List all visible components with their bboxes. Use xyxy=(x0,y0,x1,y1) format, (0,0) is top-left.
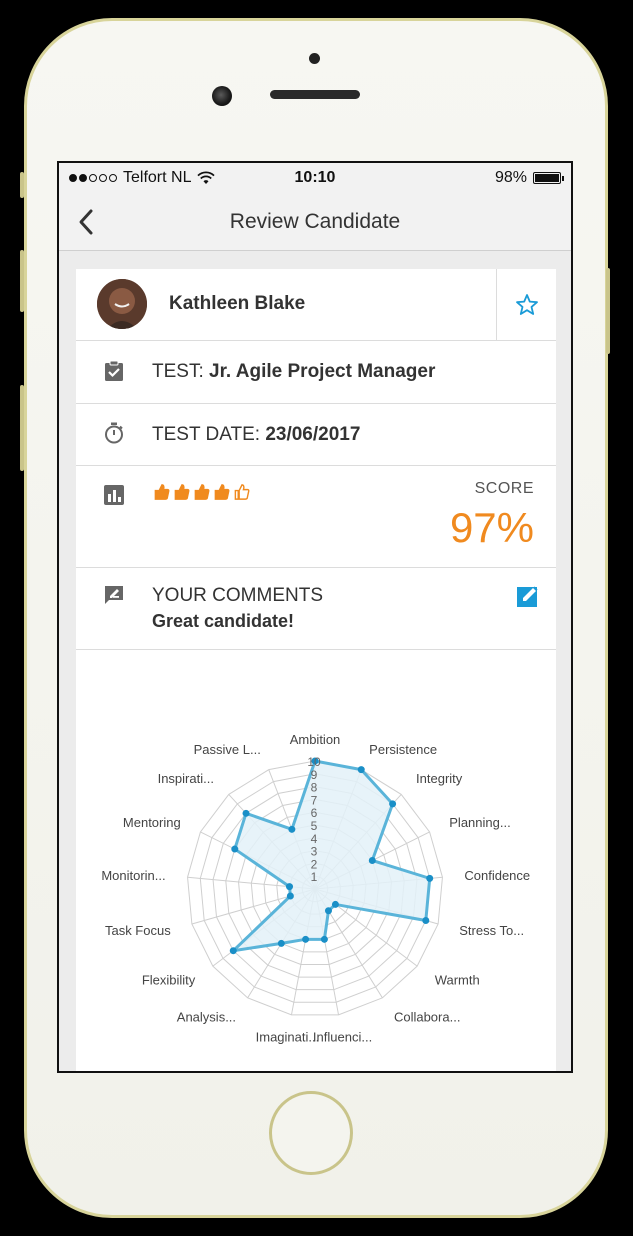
radar-data-point xyxy=(357,766,365,774)
radar-category-label: Integrity xyxy=(416,771,463,786)
radar-category-label: Flexibility xyxy=(142,972,196,987)
radar-data-point xyxy=(286,892,294,900)
radar-tick-label: 1 xyxy=(311,870,318,884)
power-button xyxy=(606,268,610,354)
test-date-row: TEST DATE: 23/06/2017 xyxy=(76,404,556,466)
radar-category-label: Stress To... xyxy=(459,923,524,938)
radar-tick-label: 4 xyxy=(311,832,318,846)
radar-data-point xyxy=(277,939,285,947)
radar-data-point xyxy=(302,935,310,943)
radar-category-label: Persistence xyxy=(369,742,437,757)
status-bar: Telfort NL 10:10 98% xyxy=(59,163,571,193)
test-row: TEST: Jr. Agile Project Manager xyxy=(76,341,556,404)
test-label: TEST: xyxy=(152,361,204,382)
proximity-sensor xyxy=(309,53,320,64)
candidate-name: Kathleen Blake xyxy=(169,293,306,314)
radar-data-point xyxy=(389,800,397,808)
radar-tick-label: 10 xyxy=(307,755,321,769)
radar-series-area xyxy=(231,759,432,953)
battery-icon xyxy=(533,172,564,184)
radar-category-label: Mentoring xyxy=(123,815,181,830)
comments-row: YOUR COMMENTS Great candidate! xyxy=(76,568,556,650)
radar-category-label: Monitorin... xyxy=(101,868,165,883)
thumbs-up-icon xyxy=(194,484,210,500)
radar-data-point xyxy=(368,856,376,864)
radar-tick-label: 3 xyxy=(311,845,318,859)
radar-category-label: Ambition xyxy=(290,732,341,747)
radar-data-point xyxy=(286,883,294,891)
rating-thumbs xyxy=(152,483,252,501)
comment-edit-icon xyxy=(105,586,123,604)
radar-data-point xyxy=(320,935,328,943)
score-label: SCORE xyxy=(474,480,534,497)
radar-tick-label: 2 xyxy=(311,857,318,871)
radar-tick-label: 5 xyxy=(311,819,318,833)
skills-radar-chart: 1 2 3 4 5 6 7 8 9 10 Ambition Persistence Integrity P… xyxy=(76,650,556,1071)
comment-text: Great candidate! xyxy=(152,611,295,631)
radar-data-point xyxy=(288,825,296,833)
radar-data-point xyxy=(426,874,434,882)
radar-category-label: Analysis... xyxy=(177,1010,236,1025)
candidate-header: Kathleen Blake xyxy=(76,269,556,341)
radar-category-label: Collabora... xyxy=(394,1010,460,1025)
score-row: SCORE 97% xyxy=(76,466,556,568)
radar-data-point xyxy=(422,917,430,925)
front-camera xyxy=(212,86,232,106)
thumbs-up-icon xyxy=(174,484,190,500)
thumbs-up-icon xyxy=(214,484,230,500)
candidate-card: Kathleen Blake TEST: Jr. Agile Project M… xyxy=(76,269,556,1071)
radar-tick-label: 7 xyxy=(311,793,318,807)
earpiece-speaker xyxy=(270,90,360,99)
radar-tick-label: 8 xyxy=(311,781,318,795)
radar-category-label: Confidence xyxy=(464,868,530,883)
radar-data-point xyxy=(331,900,339,908)
radar-tick-label: 6 xyxy=(311,806,318,820)
test-date-value: 23/06/2017 xyxy=(265,424,361,445)
radar-category-label: Warmth xyxy=(435,972,480,987)
radar-tick-label: 9 xyxy=(311,768,318,782)
avatar xyxy=(97,279,147,329)
clipboard-check-icon xyxy=(105,360,123,381)
volume-up-button xyxy=(20,250,24,312)
radar-category-label: Planning... xyxy=(449,815,510,830)
volume-down-button xyxy=(20,385,24,471)
radar-category-label: Influenci... xyxy=(313,1029,372,1044)
page-title: Review Candidate xyxy=(229,210,401,233)
mute-switch xyxy=(20,172,24,198)
test-date-label: TEST DATE: xyxy=(152,424,261,445)
radar-category-label: Inspirati... xyxy=(158,771,214,786)
bar-chart-icon xyxy=(104,485,124,505)
score-value: 97% xyxy=(449,504,534,551)
radar-data-point xyxy=(324,907,332,915)
radar-data-point xyxy=(242,809,250,817)
comments-title: YOUR COMMENTS xyxy=(152,585,323,606)
favorite-button[interactable] xyxy=(496,269,556,341)
star-outline-icon xyxy=(516,294,538,315)
radar-category-label: Task Focus xyxy=(105,923,171,938)
battery-percentage: 98% xyxy=(494,169,527,186)
screen: Telfort NL 10:10 98% Review Candidate Ka… xyxy=(57,161,573,1073)
radar-chart-svg: 12345678910 Ambition Persistence Integrity P… xyxy=(101,732,530,1044)
radar-data-point xyxy=(231,845,239,853)
radar-data-point xyxy=(229,947,237,955)
test-name: Jr. Agile Project Manager xyxy=(209,361,436,382)
home-button[interactable] xyxy=(269,1091,353,1175)
radar-category-label: Passive L... xyxy=(194,742,261,757)
stopwatch-icon xyxy=(105,422,123,444)
edit-icon[interactable] xyxy=(516,584,540,608)
radar-category-label: Imaginati... xyxy=(256,1029,320,1044)
thumbs-up-icon xyxy=(154,484,170,500)
thumbs-up-icon xyxy=(234,484,250,500)
navigation-bar: Review Candidate xyxy=(59,193,571,251)
